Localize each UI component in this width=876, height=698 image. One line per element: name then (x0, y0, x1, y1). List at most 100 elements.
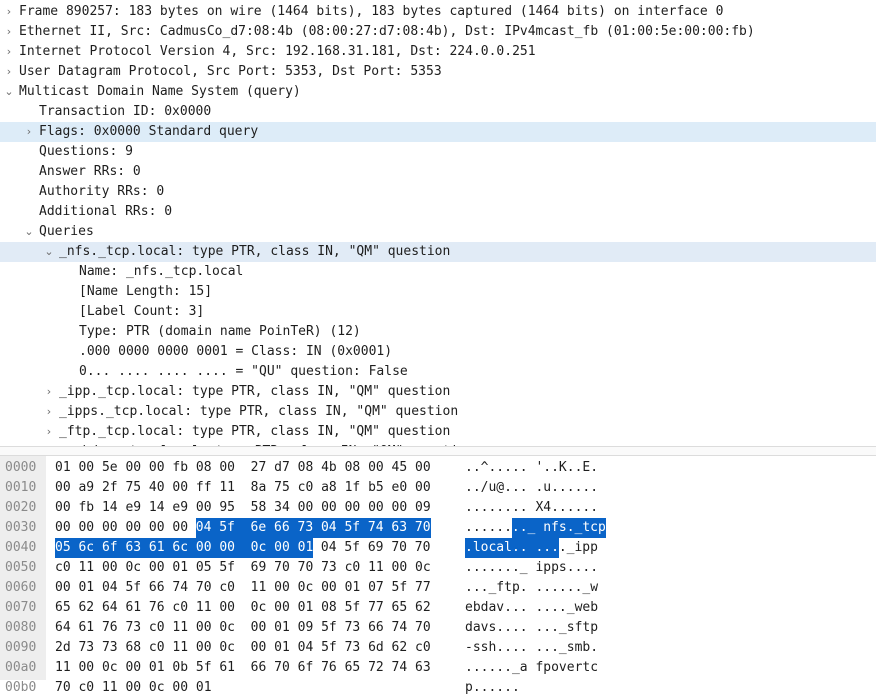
byte-segment[interactable]: 01 00 5e 00 00 fb 08 00 27 d7 08 4b 08 0… (55, 458, 431, 478)
byte-segment[interactable]: 04 5f 69 70 70 (313, 538, 431, 558)
byte-segment[interactable]: ._ipp (559, 538, 598, 558)
hex-row[interactable]: 00a0 11 00 0c 00 01 0b 5f 61 66 70 6f 76 … (0, 658, 876, 678)
tree-row[interactable]: Additional RRs: 0 (0, 202, 876, 222)
byte-segment[interactable]: 11 00 0c 00 01 0b 5f 61 66 70 6f 76 65 7… (55, 658, 431, 678)
byte-segment[interactable]: 00 01 04 5f 66 74 70 c0 11 00 0c 00 01 0… (55, 578, 431, 598)
hex-offset: 0060 (5, 580, 37, 595)
tree-row-label: Type: PTR (domain name PoinTeR) (12) (79, 324, 361, 339)
tree-row[interactable]: › Ethernet II, Src: CadmusCo_d7:08:4b (08… (0, 22, 876, 42)
hex-row[interactable]: 0070 65 62 64 61 76 c0 11 00 0c 00 01 08 … (0, 598, 876, 618)
tree-row[interactable]: › User Datagram Protocol, Src Port: 5353,… (0, 62, 876, 82)
byte-segment[interactable]: 00 a9 2f 75 40 00 ff 11 8a 75 c0 a8 1f b… (55, 478, 431, 498)
byte-segment[interactable]: 00 00 00 00 00 00 (55, 518, 196, 538)
tree-row-label: Questions: 9 (39, 144, 133, 159)
byte-segment[interactable]: ../u@... .u...... (465, 478, 598, 498)
hex-row[interactable]: 00b0 70 c0 11 00 0c 00 01 p...... (0, 678, 876, 698)
tree-row-label: _ipps._tcp.local: type PTR, class IN, "Q… (59, 404, 459, 419)
tree-row-label: Additional RRs: 0 (39, 204, 173, 219)
hex-offset: 0070 (5, 600, 37, 615)
expand-arrow-icon[interactable]: › (2, 42, 16, 62)
tree-row[interactable]: ⌄ Multicast Domain Name System (query) (0, 82, 876, 102)
expand-arrow-icon[interactable]: › (42, 422, 56, 442)
tree-row-label: Multicast Domain Name System (query) (19, 84, 301, 99)
hex-row[interactable]: 0060 00 01 04 5f 66 74 70 c0 11 00 0c 00 … (0, 578, 876, 598)
byte-segment[interactable]: ..^..... '..K..E. (465, 458, 598, 478)
tree-row[interactable]: ⌄ Queries (0, 222, 876, 242)
byte-segment[interactable]: davs.... ..._sftp (465, 618, 598, 638)
tree-row-label: Answer RRs: 0 (39, 164, 141, 179)
hex-row[interactable]: 0030 00 00 00 00 00 00 04 5f 6e 66 73 04 … (0, 518, 876, 538)
hex-row[interactable]: 0040 05 6c 6f 63 61 6c 00 00 0c 00 01 04 … (0, 538, 876, 558)
tree-row[interactable]: › Frame 890257: 183 bytes on wire (1464 b… (0, 2, 876, 22)
tree-row-label: _ipp._tcp.local: type PTR, class IN, "QM… (59, 384, 451, 399)
expand-arrow-icon[interactable]: › (22, 122, 36, 142)
expand-arrow-icon[interactable]: › (42, 402, 56, 422)
tree-row-label: Flags: 0x0000 Standard query (39, 124, 259, 139)
tree-row[interactable]: Questions: 9 (0, 142, 876, 162)
tree-row[interactable]: [Label Count: 3] (0, 302, 876, 322)
selected-bytes[interactable]: .._ nfs._tcp (511, 518, 606, 538)
hex-offset: 0000 (5, 460, 37, 475)
expand-arrow-icon[interactable]: › (42, 382, 56, 402)
packet-details-pane[interactable]: › Frame 890257: 183 bytes on wire (1464 b… (0, 0, 876, 446)
byte-segment[interactable]: ......_a fpovertc (465, 658, 598, 678)
expand-arrow-icon[interactable]: › (2, 22, 16, 42)
expand-arrow-icon[interactable]: › (2, 2, 16, 22)
hex-row[interactable]: 0050 c0 11 00 0c 00 01 05 5f 69 70 70 73 … (0, 558, 876, 578)
hex-offset: 0040 (5, 540, 37, 555)
byte-segment[interactable]: ......._ ipps.... (465, 558, 598, 578)
tree-row[interactable]: [Name Length: 15] (0, 282, 876, 302)
byte-segment[interactable]: 00 fb 14 e9 14 e9 00 95 58 34 00 00 00 0… (55, 498, 431, 518)
collapse-arrow-icon[interactable]: ⌄ (2, 82, 16, 102)
tree-row-label: .000 0000 0000 0001 = Class: IN (0x0001) (79, 344, 393, 359)
hex-offset: 0020 (5, 500, 37, 515)
byte-segment[interactable]: 70 c0 11 00 0c 00 01 (55, 678, 212, 698)
tree-row[interactable]: ⌄ _nfs._tcp.local: type PTR, class IN, "Q… (0, 242, 876, 262)
tree-row[interactable]: › _ipp._tcp.local: type PTR, class IN, "Q… (0, 382, 876, 402)
tree-row-label: Ethernet II, Src: CadmusCo_d7:08:4b (08:… (19, 24, 755, 39)
byte-segment[interactable]: ........ X4...... (465, 498, 598, 518)
pane-splitter[interactable] (0, 446, 876, 456)
hex-offset: 0050 (5, 560, 37, 575)
byte-segment[interactable]: ..._ftp. ......_w (465, 578, 598, 598)
selected-bytes[interactable]: .local.. ... (465, 538, 559, 558)
byte-segment[interactable]: 2d 73 73 68 c0 11 00 0c 00 01 04 5f 73 6… (55, 638, 431, 658)
tree-row-label: [Name Length: 15] (79, 284, 213, 299)
tree-row[interactable]: Type: PTR (domain name PoinTeR) (12) (0, 322, 876, 342)
hex-offset: 0080 (5, 620, 37, 635)
tree-row[interactable]: › _ipps._tcp.local: type PTR, class IN, "… (0, 402, 876, 422)
hex-offset: 0090 (5, 640, 37, 655)
byte-segment[interactable]: p...... (465, 678, 520, 698)
tree-row[interactable]: Authority RRs: 0 (0, 182, 876, 202)
selected-bytes[interactable]: 05 6c 6f 63 61 6c 00 00 0c 00 01 (55, 538, 314, 558)
hex-offset: 0030 (5, 520, 37, 535)
tree-row[interactable]: › Flags: 0x0000 Standard query (0, 122, 876, 142)
hex-row[interactable]: 0020 00 fb 14 e9 14 e9 00 95 58 34 00 00 … (0, 498, 876, 518)
tree-row[interactable]: Transaction ID: 0x0000 (0, 102, 876, 122)
packet-bytes-pane[interactable]: 0000 01 00 5e 00 00 fb 08 00 27 d7 08 4b … (0, 456, 876, 695)
hex-row[interactable]: 0000 01 00 5e 00 00 fb 08 00 27 d7 08 4b … (0, 458, 876, 478)
tree-row-label: Queries (39, 224, 94, 239)
byte-segment[interactable]: ebdav... ...._web (465, 598, 598, 618)
byte-segment[interactable]: c0 11 00 0c 00 01 05 5f 69 70 70 73 c0 1… (55, 558, 431, 578)
expand-arrow-icon[interactable]: › (2, 62, 16, 82)
selected-bytes[interactable]: 04 5f 6e 66 73 04 5f 74 63 70 (195, 518, 431, 538)
byte-segment[interactable]: -ssh.... ..._smb. (465, 638, 598, 658)
hex-row[interactable]: 0010 00 a9 2f 75 40 00 ff 11 8a 75 c0 a8 … (0, 478, 876, 498)
byte-segment[interactable]: 64 61 76 73 c0 11 00 0c 00 01 09 5f 73 6… (55, 618, 431, 638)
tree-row[interactable]: 0... .... .... .... = "QU" question: Fal… (0, 362, 876, 382)
collapse-arrow-icon[interactable]: ⌄ (42, 242, 56, 262)
collapse-arrow-icon[interactable]: ⌄ (22, 222, 36, 242)
byte-segment[interactable]: ...... (465, 518, 512, 538)
tree-row[interactable]: Answer RRs: 0 (0, 162, 876, 182)
hex-row[interactable]: 0080 64 61 76 73 c0 11 00 0c 00 01 09 5f … (0, 618, 876, 638)
tree-row[interactable]: Name: _nfs._tcp.local (0, 262, 876, 282)
tree-row[interactable]: › Internet Protocol Version 4, Src: 192.1… (0, 42, 876, 62)
tree-row[interactable]: › _ftp._tcp.local: type PTR, class IN, "Q… (0, 422, 876, 442)
hex-offset: 0010 (5, 480, 37, 495)
tree-row[interactable]: .000 0000 0000 0001 = Class: IN (0x0001) (0, 342, 876, 362)
hex-row[interactable]: 0090 2d 73 73 68 c0 11 00 0c 00 01 04 5f … (0, 638, 876, 658)
tree-row-label: Transaction ID: 0x0000 (39, 104, 212, 119)
byte-segment[interactable]: 65 62 64 61 76 c0 11 00 0c 00 01 08 5f 7… (55, 598, 431, 618)
tree-row-label: Internet Protocol Version 4, Src: 192.16… (19, 44, 536, 59)
